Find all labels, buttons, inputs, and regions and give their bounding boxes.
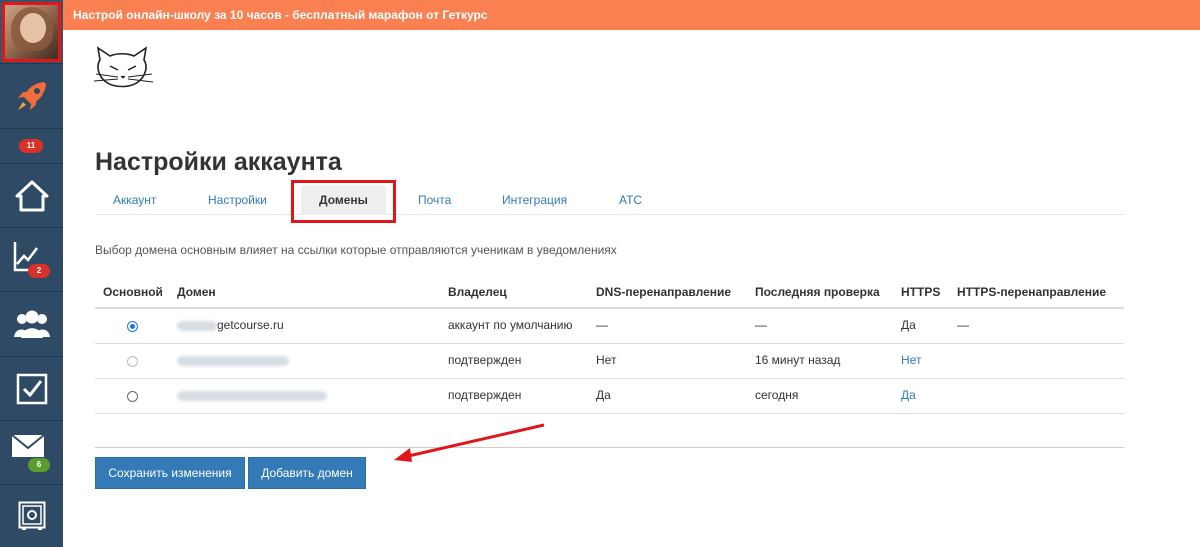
tab-integration[interactable]: Интеграция — [502, 186, 567, 215]
table-row: подтвержден Да сегодня Да — [95, 379, 1124, 414]
notification-badge: 11 — [19, 139, 43, 153]
tab-account[interactable]: Аккаунт — [113, 186, 156, 215]
last-check-cell: сегодня — [755, 388, 799, 402]
domain-text: getcourse.ru — [217, 318, 284, 332]
header-https-redirect: HTTPS-перенаправление — [957, 285, 1107, 299]
owner-cell: подтвержден — [448, 353, 522, 367]
header-domain: Домен — [177, 285, 216, 299]
sidebar-item-rocket[interactable] — [0, 64, 63, 129]
tab-mail[interactable]: Почта — [418, 186, 451, 215]
save-button[interactable]: Сохранить изменения — [95, 457, 245, 489]
domain-cell — [177, 344, 289, 377]
sidebar-avatar-cell[interactable] — [0, 0, 63, 64]
avatar[interactable] — [2, 2, 61, 62]
sidebar-item-mail[interactable]: 6 — [0, 421, 63, 485]
header-dns: DNS-перенаправление — [596, 285, 732, 299]
dns-cell: Нет — [596, 353, 617, 367]
checkbox-icon — [16, 373, 47, 404]
sidebar-item-home[interactable] — [0, 164, 63, 228]
last-check-cell: 16 минут назад — [755, 353, 841, 367]
last-check-cell: — — [755, 318, 767, 332]
header-owner: Владелец — [448, 285, 507, 299]
tabs-bar: Аккаунт Настройки Домены Почта Интеграци… — [95, 186, 1124, 215]
users-icon — [13, 310, 50, 338]
sidebar: 11 2 6 — [0, 0, 63, 547]
https-redirect-cell: — — [957, 318, 969, 332]
mail-badge: 6 — [28, 458, 50, 472]
domains-table: Основной Домен Владелец DNS-перенаправле… — [95, 283, 1124, 414]
tab-highlight-annotation — [291, 180, 396, 223]
owner-cell: подтвержден — [448, 388, 522, 402]
tab-ats[interactable]: АТС — [619, 186, 642, 215]
promo-banner[interactable]: Настрой онлайн-школу за 10 часов - беспл… — [63, 0, 1200, 30]
dns-cell: Да — [596, 388, 611, 402]
dns-cell: — — [596, 318, 608, 332]
tab-settings[interactable]: Настройки — [208, 186, 267, 215]
cat-logo-icon — [93, 46, 154, 88]
rocket-icon — [17, 82, 46, 110]
safe-icon — [18, 501, 45, 530]
https-cell: Да — [901, 318, 916, 332]
table-row: подтвержден Нет 16 минут назад Нет — [95, 344, 1124, 379]
header-last-check: Последняя проверка — [755, 285, 880, 299]
section-divider — [95, 447, 1124, 448]
domain-cell: getcourse.ru — [177, 309, 284, 342]
sidebar-badge-cell: 11 — [0, 129, 63, 164]
page-title: Настройки аккаунта — [95, 148, 342, 176]
sidebar-item-safe[interactable] — [0, 485, 63, 547]
mail-icon — [10, 433, 45, 457]
header-https: HTTPS — [901, 285, 941, 299]
owner-cell: аккаунт по умолчанию — [448, 318, 573, 332]
domain-cell — [177, 379, 327, 412]
table-header: Основной Домен Владелец DNS-перенаправле… — [95, 283, 1124, 309]
primary-radio[interactable] — [127, 356, 138, 367]
header-main: Основной — [103, 285, 163, 299]
https-link[interactable]: Нет — [901, 344, 921, 377]
https-link[interactable]: Да — [901, 379, 916, 412]
add-domain-button[interactable]: Добавить домен — [248, 457, 366, 489]
sidebar-item-users[interactable] — [0, 292, 63, 357]
primary-radio[interactable] — [127, 321, 138, 332]
sidebar-item-chart[interactable]: 2 — [0, 228, 63, 292]
table-row: getcourse.ru аккаунт по умолчанию — — Да… — [95, 309, 1124, 344]
home-icon — [15, 180, 48, 211]
annotation-arrow-icon — [394, 423, 545, 462]
chart-badge: 2 — [28, 264, 50, 278]
info-text: Выбор домена основным влияет на ссылки к… — [95, 243, 617, 257]
sidebar-item-tasks[interactable] — [0, 357, 63, 421]
primary-radio[interactable] — [127, 391, 138, 402]
